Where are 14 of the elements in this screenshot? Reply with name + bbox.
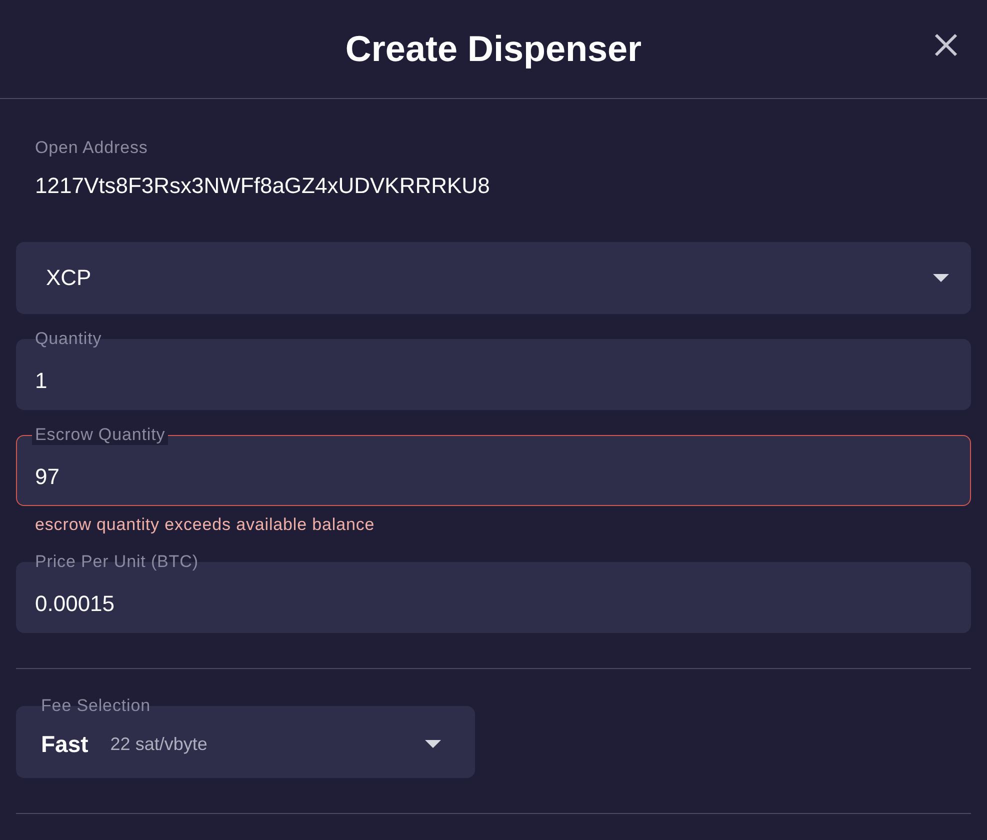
caret-icon	[425, 740, 441, 748]
field-label: Escrow Quantity	[32, 424, 168, 444]
fee-value: Fast	[41, 730, 88, 759]
close-icon	[934, 33, 958, 57]
field-input[interactable]: 97	[35, 448, 952, 492]
address-value: 1217Vts8F3Rsx3NWFf8aGZ4xUDVKRRRKU8	[35, 172, 491, 200]
dialog-title: Create Dispenser	[345, 27, 642, 71]
fee-rate: 22 sat/vbyte	[110, 732, 208, 756]
address-label: Open Address	[35, 137, 149, 159]
field-input[interactable]: 0.00015	[35, 575, 952, 620]
field-input[interactable]: 1	[35, 352, 952, 396]
error-message: escrow quantity exceeds available balance	[34, 514, 376, 536]
caret-icon	[933, 274, 949, 282]
asset-select[interactable]: XCP	[16, 242, 971, 314]
